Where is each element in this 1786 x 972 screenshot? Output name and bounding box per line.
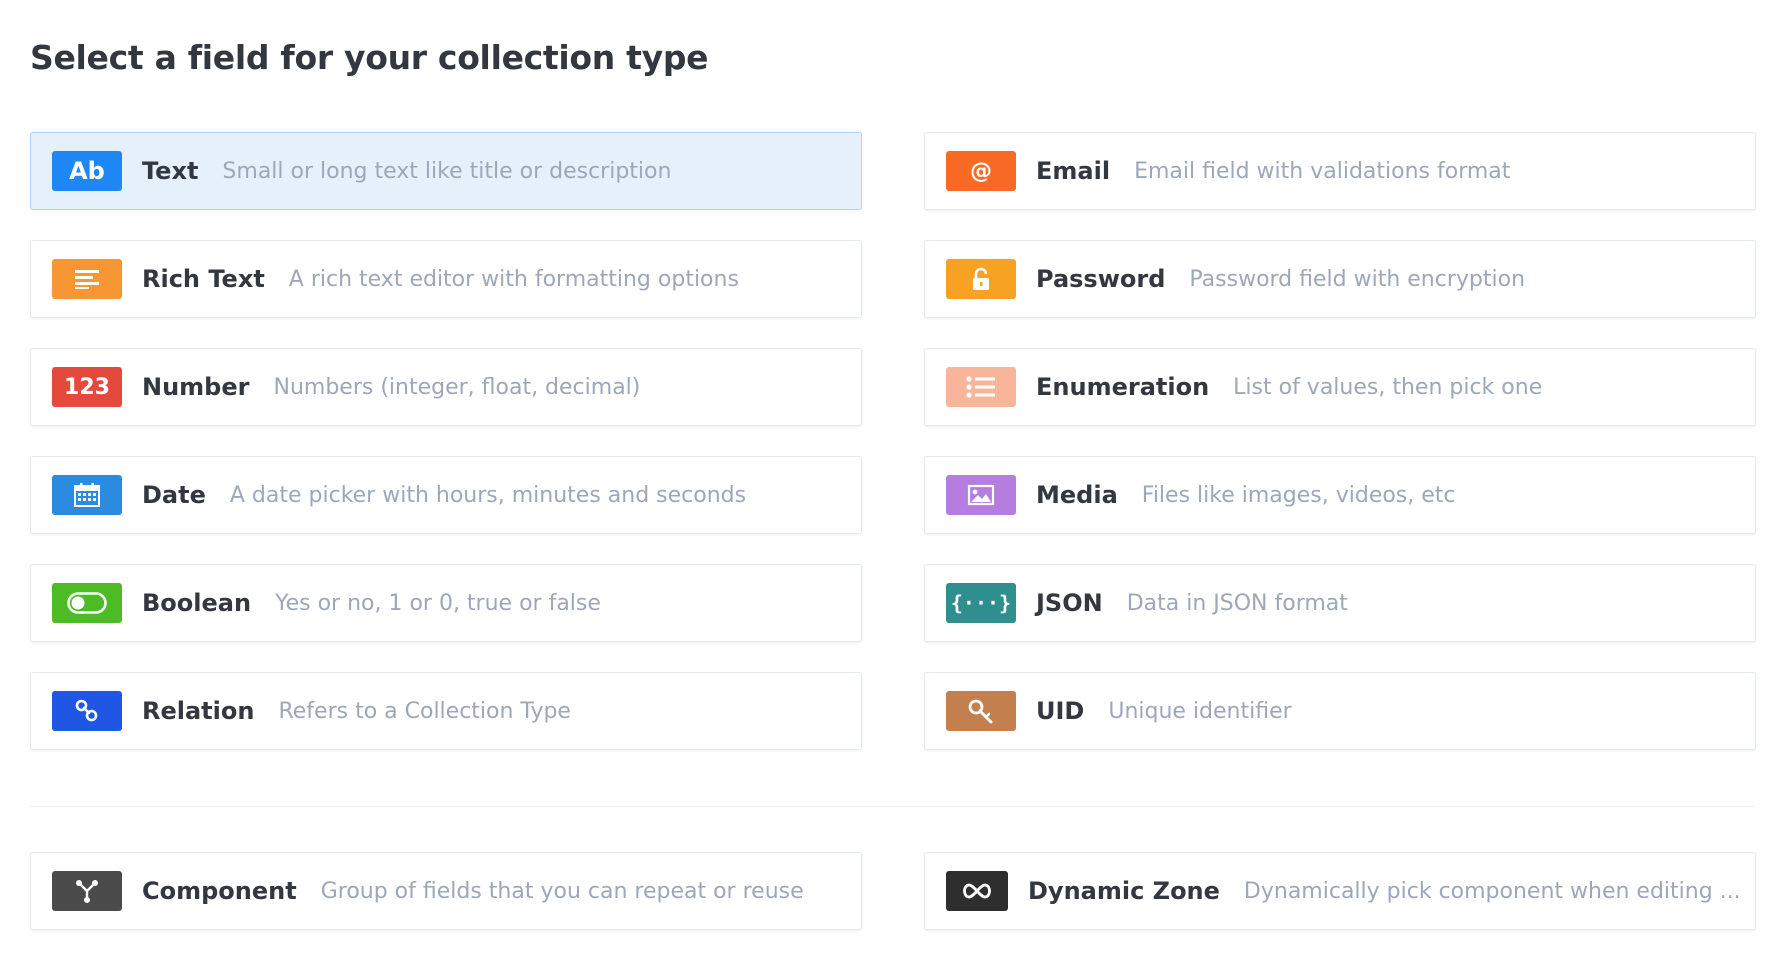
field-description: Numbers (integer, float, decimal) bbox=[273, 374, 641, 400]
field-card-dynamiczone[interactable]: Dynamic Zone Dynamically pick component … bbox=[924, 852, 1756, 930]
field-label: Enumeration bbox=[1036, 373, 1210, 401]
field-card-media[interactable]: Media Files like images, videos, etc bbox=[924, 456, 1756, 534]
field-label: Media bbox=[1036, 481, 1118, 509]
toggle-icon bbox=[52, 583, 122, 623]
field-description: A rich text editor with formatting optio… bbox=[288, 266, 739, 292]
field-label: Password bbox=[1036, 265, 1166, 293]
field-card-enumeration[interactable]: Enumeration List of values, then pick on… bbox=[924, 348, 1756, 426]
field-description: A date picker with hours, minutes and se… bbox=[229, 482, 747, 508]
field-description: Unique identifier bbox=[1108, 698, 1292, 724]
field-label: Date bbox=[142, 481, 206, 509]
key-icon bbox=[946, 691, 1016, 731]
field-card-text[interactable]: Ab Text Small or long text like title or… bbox=[30, 132, 862, 210]
field-card-json[interactable]: {···} JSON Data in JSON format bbox=[924, 564, 1756, 642]
field-description: Yes or no, 1 or 0, true or false bbox=[275, 590, 601, 616]
field-card-password[interactable]: Password Password field with encryption bbox=[924, 240, 1756, 318]
field-label: UID bbox=[1036, 697, 1085, 725]
field-description: Refers to a Collection Type bbox=[278, 698, 571, 724]
field-card-richtext[interactable]: Rich Text A rich text editor with format… bbox=[30, 240, 862, 318]
link-icon bbox=[52, 691, 122, 731]
field-description: Data in JSON format bbox=[1126, 590, 1348, 616]
field-label: Component bbox=[142, 877, 297, 905]
page-title: Select a field for your collection type bbox=[30, 38, 709, 77]
field-card-component[interactable]: Component Group of fields that you can r… bbox=[30, 852, 862, 930]
field-label: Rich Text bbox=[142, 265, 265, 293]
field-label: Boolean bbox=[142, 589, 252, 617]
field-description: Files like images, videos, etc bbox=[1141, 482, 1456, 508]
list-icon bbox=[946, 367, 1016, 407]
calendar-icon bbox=[52, 475, 122, 515]
field-description: Email field with validations format bbox=[1134, 158, 1511, 184]
field-description: Dynamically pick component when editing … bbox=[1243, 878, 1741, 904]
image-icon bbox=[946, 475, 1016, 515]
field-card-relation[interactable]: Relation Refers to a Collection Type bbox=[30, 672, 862, 750]
unlock-icon bbox=[946, 259, 1016, 299]
infinity-icon bbox=[946, 871, 1008, 911]
field-card-number[interactable]: 123 Number Numbers (integer, float, deci… bbox=[30, 348, 862, 426]
component-icon bbox=[52, 871, 122, 911]
field-card-date[interactable]: Date A date picker with hours, minutes a… bbox=[30, 456, 862, 534]
align-left-icon bbox=[52, 259, 122, 299]
field-label: Number bbox=[142, 373, 250, 401]
field-label: Relation bbox=[142, 697, 255, 725]
section-divider bbox=[30, 806, 1754, 807]
field-description: Small or long text like title or descrip… bbox=[222, 158, 672, 184]
at-icon: @ bbox=[946, 151, 1016, 191]
field-label: JSON bbox=[1036, 589, 1103, 617]
field-card-uid[interactable]: UID Unique identifier bbox=[924, 672, 1756, 750]
field-description: List of values, then pick one bbox=[1233, 374, 1543, 400]
field-label: Email bbox=[1036, 157, 1111, 185]
field-card-email[interactable]: @ Email Email field with validations for… bbox=[924, 132, 1756, 210]
braces-icon: {···} bbox=[946, 583, 1016, 623]
field-label: Dynamic Zone bbox=[1028, 877, 1220, 905]
field-label: Text bbox=[142, 157, 199, 185]
field-card-boolean[interactable]: Boolean Yes or no, 1 or 0, true or false bbox=[30, 564, 862, 642]
field-description: Group of fields that you can repeat or r… bbox=[320, 878, 804, 904]
text-icon: Ab bbox=[52, 151, 122, 191]
field-description: Password field with encryption bbox=[1189, 266, 1526, 292]
number-icon: 123 bbox=[52, 367, 122, 407]
